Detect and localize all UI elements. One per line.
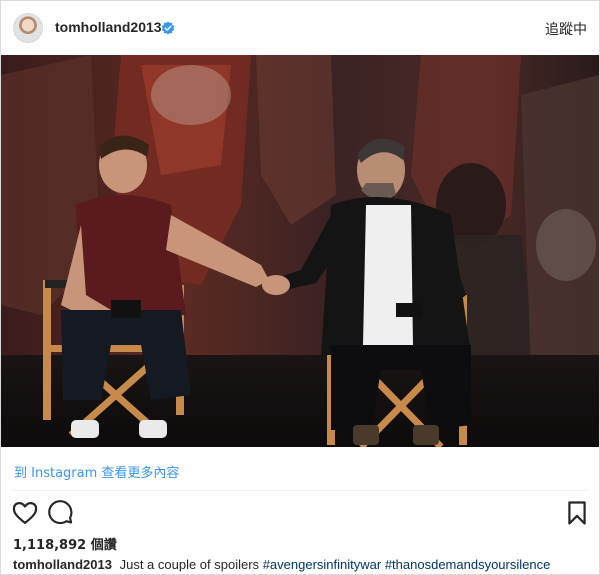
- likes-number: 1,118,892: [13, 538, 87, 553]
- instagram-embed-card: tomholland2013 追蹤中 到 Instagram 查看更多內容 1,…: [0, 0, 600, 575]
- bookmark-icon[interactable]: [563, 499, 591, 527]
- username-link[interactable]: tomholland2013: [55, 19, 162, 35]
- action-bar: [1, 497, 599, 531]
- view-on-instagram-link[interactable]: 到 Instagram 查看更多內容: [14, 462, 179, 481]
- divider: [13, 490, 587, 491]
- caption-text: Just a couple of spoilers: [119, 557, 260, 572]
- comment-icon[interactable]: [47, 499, 75, 527]
- avatar[interactable]: [13, 13, 43, 43]
- verified-badge-icon: [161, 21, 175, 35]
- caption: tomholland2013 Just a couple of spoilers…: [13, 557, 550, 572]
- following-button[interactable]: 追蹤中: [545, 19, 587, 39]
- heart-icon[interactable]: [11, 499, 39, 527]
- post-header: tomholland2013 追蹤中: [1, 1, 599, 55]
- likes-unit: 個讚: [90, 538, 117, 553]
- hashtag-link[interactable]: #avengersinfinitywar: [263, 557, 382, 572]
- photo-illustration: [1, 55, 599, 447]
- hashtag-link[interactable]: #thanosdemandsyoursilence: [385, 557, 551, 572]
- post-photo[interactable]: [1, 55, 599, 447]
- caption-username[interactable]: tomholland2013: [13, 557, 112, 572]
- likes-count[interactable]: 1,118,892 個讚: [13, 534, 117, 553]
